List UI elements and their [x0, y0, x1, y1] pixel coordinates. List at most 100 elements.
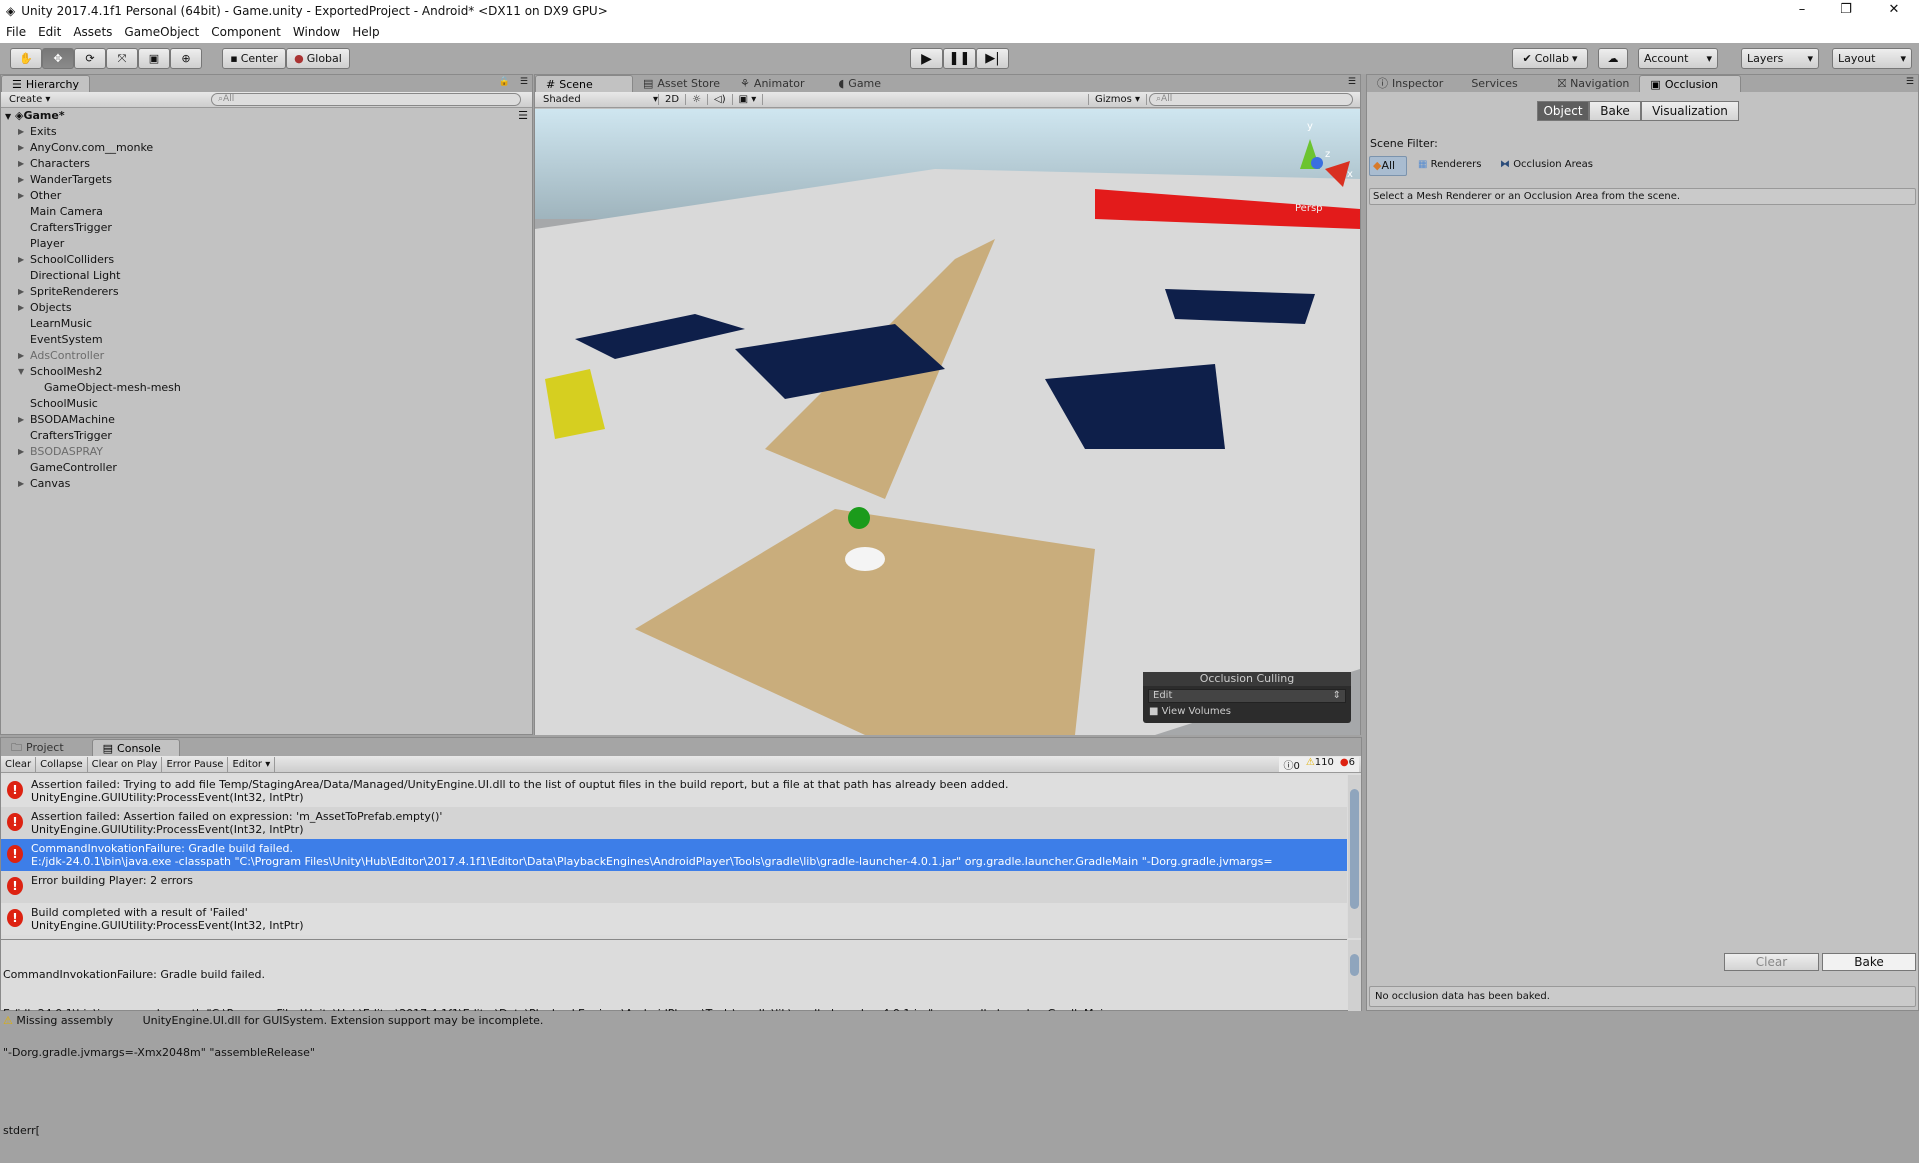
panel-menu-icon[interactable]: ☰: [1348, 77, 1356, 87]
effects-dropdown-icon[interactable]: ▣ ▾: [733, 94, 764, 105]
scene-root-row[interactable]: ▼ ◈Game* ☰: [1, 108, 532, 124]
expand-arrow-icon[interactable]: ▶: [18, 140, 24, 156]
account-dropdown[interactable]: Account ▾: [1638, 48, 1718, 69]
expand-arrow-icon[interactable]: ▶: [18, 156, 24, 172]
pivot-global-button[interactable]: ● Global: [286, 48, 350, 69]
view-volumes-toggle[interactable]: ■ View Volumes: [1143, 706, 1351, 717]
hierarchy-item[interactable]: ▶ WanderTargets: [1, 172, 532, 188]
error-pause-button[interactable]: Error Pause: [162, 756, 229, 772]
tab-project[interactable]: 🗀 Project: [1, 739, 74, 756]
gizmos-dropdown[interactable]: Gizmos ▾: [1088, 94, 1148, 105]
scale-tool-button[interactable]: ⤧: [106, 48, 138, 69]
info-count-toggle[interactable]: ⓘ0: [1283, 757, 1299, 772]
shading-dropdown[interactable]: Shaded ▾: [535, 94, 659, 105]
rect-tool-button[interactable]: ▣: [138, 48, 170, 69]
expand-arrow-icon[interactable]: ▼: [18, 364, 24, 380]
console-entry[interactable]: ! CommandInvokationFailure: Gradle build …: [1, 839, 1347, 871]
hierarchy-item[interactable]: ▶ SpriteRenderers: [1, 284, 532, 300]
menu-gameobject[interactable]: GameObject: [124, 25, 199, 39]
hierarchy-item[interactable]: ▼ SchoolMesh2: [1, 364, 532, 380]
log-list-scrollbar[interactable]: [1348, 775, 1361, 938]
expand-arrow-icon[interactable]: ▶: [18, 412, 24, 428]
console-entry[interactable]: ! Error building Player: 2 errors: [1, 871, 1347, 903]
layers-dropdown[interactable]: Layers ▾: [1741, 48, 1819, 69]
filter-occlusion-areas-button[interactable]: ⧓ Occlusion Areas: [1500, 159, 1593, 170]
menu-edit[interactable]: Edit: [38, 25, 61, 39]
maximize-button[interactable]: ❐: [1824, 0, 1868, 21]
lock-icon[interactable]: 🔒: [499, 77, 510, 87]
hierarchy-item[interactable]: ▶ SchoolColliders: [1, 252, 532, 268]
mode-object-button[interactable]: Object: [1537, 101, 1589, 121]
collab-dropdown[interactable]: ✔ Collab ▾: [1512, 48, 1588, 69]
hierarchy-item[interactable]: ▶ AnyConv.com__monke: [1, 140, 532, 156]
move-tool-button[interactable]: ✥: [42, 48, 74, 69]
tab-asset-store[interactable]: ▤ Asset Store: [633, 75, 730, 92]
menu-component[interactable]: Component: [211, 25, 281, 39]
expand-arrow-icon[interactable]: ▶: [18, 300, 24, 316]
tab-animator[interactable]: ⚘ Animator: [730, 75, 814, 92]
layout-dropdown[interactable]: Layout ▾: [1832, 48, 1912, 69]
hierarchy-item[interactable]: Directional Light: [1, 268, 532, 284]
hierarchy-item[interactable]: ▶ Other: [1, 188, 532, 204]
hierarchy-item[interactable]: ▶ Exits: [1, 124, 532, 140]
panel-menu-icon[interactable]: ☰: [520, 77, 528, 87]
scene-viewport[interactable]: y z x Persp: [535, 109, 1360, 735]
cloud-button[interactable]: ☁: [1598, 48, 1628, 69]
hierarchy-item[interactable]: LearnMusic: [1, 316, 532, 332]
warning-count-toggle[interactable]: ⚠110: [1306, 757, 1334, 772]
persp-label[interactable]: Persp: [1295, 203, 1323, 214]
mode-visualization-button[interactable]: Visualization: [1641, 101, 1739, 121]
hierarchy-item[interactable]: Player: [1, 236, 532, 252]
tab-scene[interactable]: # Scene: [535, 75, 633, 92]
expand-arrow-icon[interactable]: ▶: [18, 188, 24, 204]
console-log-list[interactable]: ! Assertion failed: Trying to add file Te…: [1, 775, 1347, 938]
scene-menu-icon[interactable]: ☰: [518, 108, 528, 124]
clear-on-play-button[interactable]: Clear on Play: [88, 756, 163, 772]
expand-arrow-icon[interactable]: ▶: [18, 252, 24, 268]
expand-arrow-icon[interactable]: ▶: [18, 476, 24, 492]
scrollbar-thumb[interactable]: [1350, 954, 1359, 976]
mode-bake-button[interactable]: Bake: [1589, 101, 1641, 121]
hierarchy-item[interactable]: ▶ Objects: [1, 300, 532, 316]
console-entry[interactable]: ! Assertion failed: Trying to add file Te…: [1, 775, 1347, 807]
tab-navigation[interactable]: ⛝ Navigation: [1548, 75, 1640, 92]
hierarchy-item[interactable]: ▶ Characters: [1, 156, 532, 172]
pause-button[interactable]: ❚❚: [943, 48, 976, 69]
menu-window[interactable]: Window: [293, 25, 340, 39]
lighting-toggle-icon[interactable]: ☼: [686, 94, 709, 105]
console-entry[interactable]: ! Assertion failed: Assertion failed on e…: [1, 807, 1347, 839]
tab-inspector[interactable]: ⓘ Inspector: [1367, 75, 1453, 92]
scrollbar-thumb[interactable]: [1350, 789, 1359, 909]
filter-all-button[interactable]: ◆All: [1369, 156, 1407, 176]
tab-occlusion[interactable]: ▣ Occlusion: [1639, 75, 1742, 92]
hierarchy-item[interactable]: ▶ BSODASPRAY: [1, 444, 532, 460]
create-dropdown[interactable]: Create ▾: [1, 94, 58, 105]
bake-button[interactable]: Bake: [1822, 953, 1916, 971]
transform-tool-button[interactable]: ⊕: [170, 48, 202, 69]
menu-file[interactable]: File: [6, 25, 26, 39]
hierarchy-search-input[interactable]: ⌕All: [211, 93, 521, 106]
hierarchy-item[interactable]: CraftersTrigger: [1, 220, 532, 236]
hierarchy-item[interactable]: GameController: [1, 460, 532, 476]
minimize-button[interactable]: –: [1780, 0, 1824, 21]
tab-services[interactable]: Services: [1461, 75, 1527, 92]
hierarchy-item[interactable]: CraftersTrigger: [1, 428, 532, 444]
expand-arrow-icon[interactable]: ▼: [5, 112, 11, 121]
hierarchy-item[interactable]: SchoolMusic: [1, 396, 532, 412]
tab-game[interactable]: ◖ Game: [829, 75, 892, 92]
hierarchy-item[interactable]: EventSystem: [1, 332, 532, 348]
detail-scrollbar[interactable]: [1348, 940, 1361, 1011]
expand-arrow-icon[interactable]: ▶: [18, 444, 24, 460]
collapse-button[interactable]: Collapse: [36, 756, 88, 772]
tab-hierarchy[interactable]: ☰ Hierarchy: [1, 75, 91, 92]
hierarchy-item[interactable]: ▶ AdsController: [1, 348, 532, 364]
step-button[interactable]: ▶|: [976, 48, 1009, 69]
expand-arrow-icon[interactable]: ▶: [18, 348, 24, 364]
expand-arrow-icon[interactable]: ▶: [18, 124, 24, 140]
console-clear-button[interactable]: Clear: [1, 756, 37, 772]
panel-menu-icon[interactable]: ☰: [1906, 77, 1914, 87]
pivot-center-button[interactable]: ▪ Center: [222, 48, 286, 69]
hand-tool-button[interactable]: ✋: [10, 48, 42, 69]
close-button[interactable]: ✕: [1872, 0, 1916, 21]
checkbox-icon[interactable]: ■: [1149, 706, 1158, 717]
